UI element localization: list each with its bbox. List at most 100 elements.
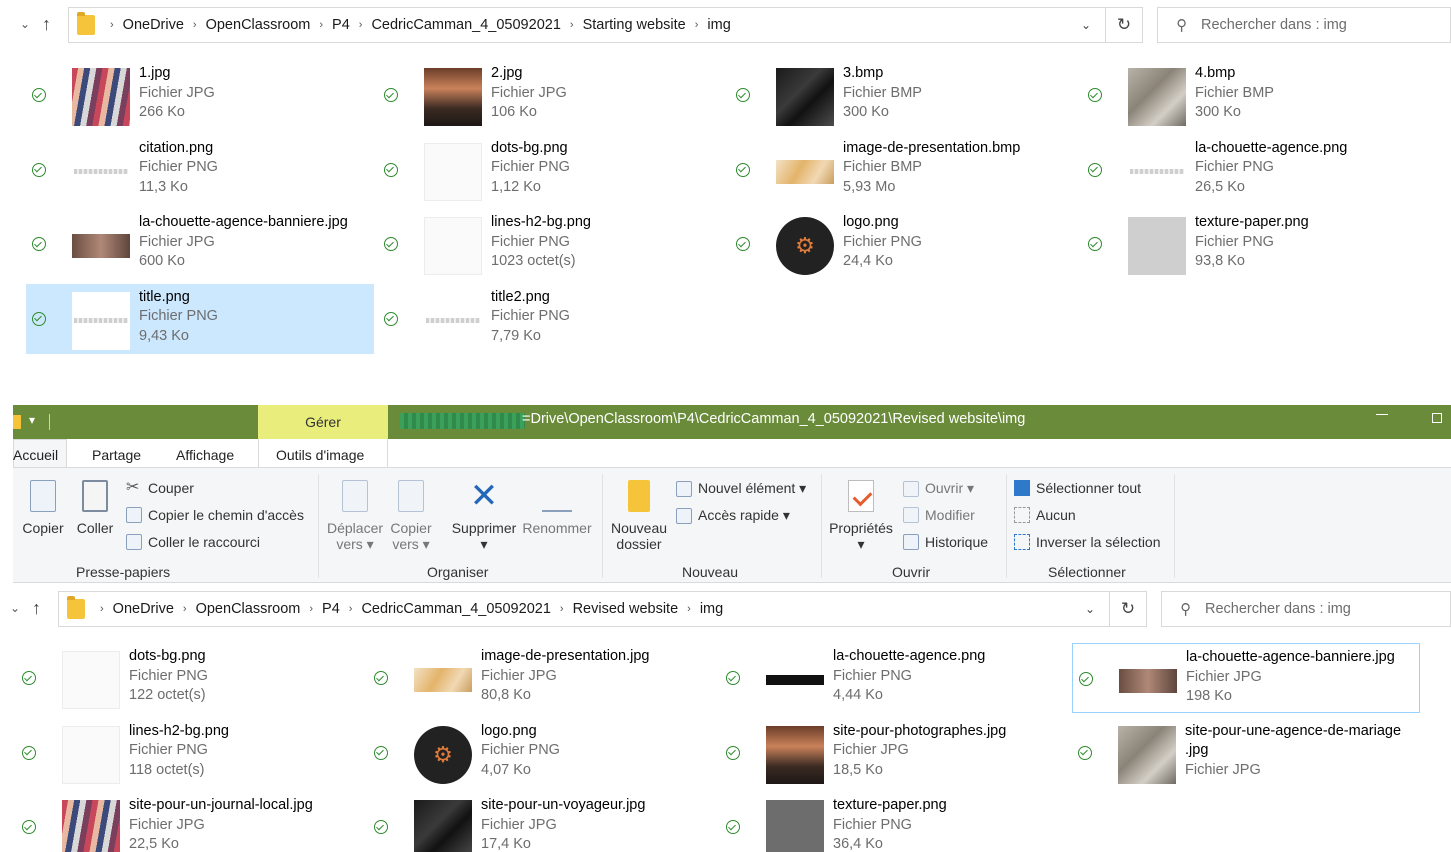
file-item[interactable]: lines-h2-bg.png Fichier PNG 1023 octet(s) xyxy=(378,209,726,279)
file-size: 266 Ko xyxy=(139,104,185,120)
breadcrumb-item[interactable]: OneDrive xyxy=(123,17,184,33)
file-type: Fichier PNG xyxy=(491,308,570,324)
file-item[interactable]: image-de-presentation.bmp Fichier BMP 5,93… xyxy=(730,135,1078,205)
file-item[interactable]: 2.jpg Fichier JPG 106 Ko xyxy=(378,60,726,130)
file-item[interactable]: texture-paper.png Fichier PNG 93,8 Ko xyxy=(1082,209,1430,279)
file-item[interactable]: 3.bmp Fichier BMP 300 Ko xyxy=(730,60,1078,130)
file-size: 106 Ko xyxy=(491,104,537,120)
invert-selection-button[interactable]: Inverser la sélection xyxy=(1014,534,1161,550)
copy-path-button[interactable]: Copier le chemin d'accès xyxy=(126,507,304,523)
address-dropdown-icon[interactable]: ⌄ xyxy=(1085,602,1095,616)
file-item[interactable]: title2.png Fichier PNG 7,79 Ko xyxy=(378,284,726,354)
rename-icon xyxy=(542,480,572,512)
move-to-button[interactable]: Déplacer vers ▾ xyxy=(325,480,385,552)
file-item[interactable]: site-pour-une-agence-de-mariage .jpg Fichi… xyxy=(1072,718,1420,788)
search-input[interactable]: ⚲ Rechercher dans : img xyxy=(1157,7,1451,43)
quick-access-dropdown-icon[interactable]: ▾ xyxy=(29,413,35,427)
maximize-icon[interactable] xyxy=(1432,413,1442,423)
copy-to-button[interactable]: Copier vers ▾ xyxy=(388,480,434,552)
cut-button[interactable]: ✂ Couper xyxy=(126,480,194,497)
minimize-icon[interactable] xyxy=(1376,414,1388,415)
history-button[interactable]: Historique xyxy=(903,534,988,550)
thumbnail-image xyxy=(414,668,472,692)
file-name: la-chouette-agence.png xyxy=(833,648,986,664)
tab-outils-image[interactable]: Outils d'image xyxy=(276,447,364,463)
search-input[interactable]: ⚲ Rechercher dans : img xyxy=(1161,591,1451,627)
tab-affichage[interactable]: Affichage xyxy=(176,447,234,463)
file-type: Fichier BMP xyxy=(843,84,922,101)
file-name: logo.png xyxy=(843,214,899,230)
recent-locations-chevron-icon[interactable]: ⌄ xyxy=(20,17,30,31)
easy-access-button[interactable]: Accès rapide ▾ xyxy=(676,507,790,524)
file-item[interactable]: dots-bg.png Fichier PNG 122 octet(s) xyxy=(16,643,364,713)
file-item[interactable]: site-pour-un-journal-local.jpg Fichier JP… xyxy=(16,792,364,852)
new-item-button[interactable]: Nouvel élément ▾ xyxy=(676,480,806,497)
select-none-button[interactable]: Aucun xyxy=(1014,507,1076,523)
file-item[interactable]: site-pour-un-voyageur.jpg Fichier JPG 17,4… xyxy=(368,792,716,852)
file-item[interactable]: la-chouette-agence-banniere.jpg Fichier J… xyxy=(1072,643,1420,713)
breadcrumb-item[interactable]: CedricCamman_4_05092021 xyxy=(371,17,560,33)
file-name: image-de-presentation.bmp xyxy=(843,139,1021,156)
paste-shortcut-button[interactable]: Coller le raccourci xyxy=(126,534,260,550)
tab-partage[interactable]: Partage xyxy=(92,447,141,463)
file-item[interactable]: title.png Fichier PNG 9,43 Ko xyxy=(26,283,374,354)
breadcrumb-item[interactable]: CedricCamman_4_05092021 xyxy=(361,601,550,617)
breadcrumb-item[interactable]: OneDrive xyxy=(113,601,174,617)
thumbnail-image xyxy=(766,651,824,709)
chevron-right-icon: › xyxy=(559,603,564,615)
breadcrumb-item[interactable]: P4 xyxy=(322,601,340,617)
rename-button[interactable]: Renommer xyxy=(520,480,594,536)
file-item[interactable]: site-pour-photographes.jpg Fichier JPG 18,… xyxy=(720,718,1068,788)
new-folder-button[interactable]: Nouveau dossier xyxy=(608,480,670,552)
sync-status-check-icon xyxy=(32,311,46,326)
thumbnail-image xyxy=(72,291,130,350)
breadcrumb-item[interactable]: OpenClassroom xyxy=(196,601,301,617)
sync-status-check-icon xyxy=(1088,162,1102,177)
file-item[interactable]: dots-bg.png Fichier PNG 1,12 Ko xyxy=(378,135,726,205)
recent-locations-chevron-icon[interactable]: ⌄ xyxy=(10,601,20,615)
up-arrow-icon[interactable]: ↑ xyxy=(42,14,51,35)
properties-button[interactable]: Propriétés ▾ xyxy=(828,480,894,552)
open-button[interactable]: Ouvrir ▾ xyxy=(903,480,974,497)
address-dropdown-icon[interactable]: ⌄ xyxy=(1081,18,1091,32)
paste-button[interactable]: Coller xyxy=(74,480,116,536)
copy-button[interactable]: Copier xyxy=(20,480,66,536)
breadcrumb-item[interactable]: img xyxy=(707,17,730,33)
address-bar[interactable]: › OneDrive › OpenClassroom › P4 › Cedric… xyxy=(58,591,1110,627)
breadcrumb-item[interactable]: P4 xyxy=(332,17,350,33)
file-item[interactable]: la-chouette-agence.png Fichier PNG 26,5 Ko xyxy=(1082,135,1430,205)
up-arrow-icon[interactable]: ↑ xyxy=(32,598,41,619)
thumbnail-image xyxy=(766,725,824,784)
breadcrumb-item[interactable]: Revised website xyxy=(573,601,679,617)
file-item[interactable]: la-chouette-agence-banniere.jpg Fichier J… xyxy=(26,209,374,279)
tab-accueil[interactable]: Accueil xyxy=(13,447,58,463)
tab-manage-context[interactable]: Gérer xyxy=(258,405,388,439)
file-item[interactable]: lines-h2-bg.png Fichier PNG 118 octet(s) xyxy=(16,718,364,788)
file-item[interactable]: 1.jpg Fichier JPG 266 Ko xyxy=(26,60,374,130)
breadcrumb-item[interactable]: OpenClassroom xyxy=(206,17,311,33)
file-type: Fichier JPG xyxy=(833,742,909,758)
chevron-right-icon: › xyxy=(110,19,114,31)
file-item[interactable]: image-de-presentation.jpg Fichier JPG 80,8… xyxy=(368,643,716,713)
breadcrumb-item[interactable]: Starting website xyxy=(583,17,686,33)
file-type: Fichier BMP xyxy=(1195,84,1274,101)
delete-button[interactable]: ✕ Supprimer ▾ xyxy=(448,479,520,552)
sync-status-check-icon xyxy=(22,820,36,834)
file-item[interactable]: texture-paper.png Fichier PNG 36,4 Ko xyxy=(720,792,1068,852)
refresh-icon[interactable]: ↻ xyxy=(1105,7,1143,43)
address-bar[interactable]: › OneDrive › OpenClassroom › P4 › Cedric… xyxy=(68,7,1106,43)
refresh-icon[interactable]: ↻ xyxy=(1109,591,1147,627)
breadcrumb-item[interactable]: img xyxy=(700,601,723,617)
file-item[interactable]: citation.png Fichier PNG 11,3 Ko xyxy=(26,135,374,205)
select-all-button[interactable]: Sélectionner tout xyxy=(1014,480,1141,496)
file-item[interactable]: ⚙ logo.png Fichier PNG 24,4 Ko xyxy=(730,209,1078,279)
file-item[interactable]: 4.bmp Fichier BMP 300 Ko xyxy=(1082,60,1430,130)
sync-status-check-icon xyxy=(1088,237,1102,251)
sync-status-check-icon xyxy=(1078,745,1092,760)
edit-button[interactable]: Modifier xyxy=(903,507,975,523)
file-item[interactable]: ⚙ logo.png Fichier PNG 4,07 Ko xyxy=(368,718,716,788)
file-item[interactable]: la-chouette-agence.png Fichier PNG 4,44 Ko xyxy=(720,643,1068,713)
file-size: 300 Ko xyxy=(1195,104,1241,120)
folder-icon xyxy=(77,12,95,35)
file-type: Fichier PNG xyxy=(833,667,912,684)
